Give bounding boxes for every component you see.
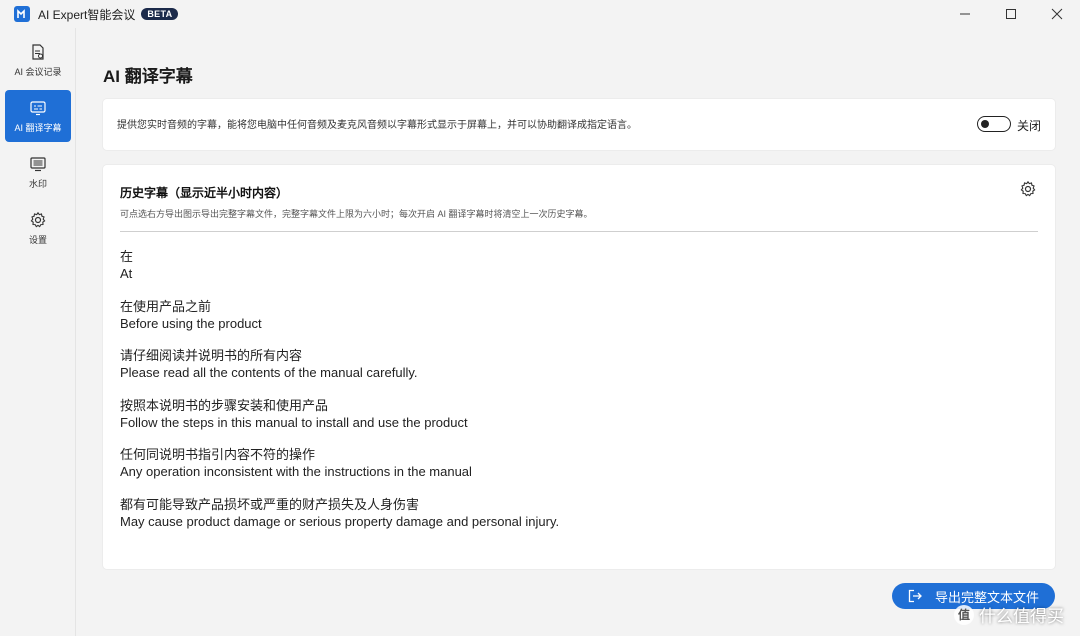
watermark-icon: [30, 156, 46, 171]
watermark-text: 什么值得买: [979, 607, 1064, 626]
subtitle-translated-text: Before using the product: [120, 315, 262, 331]
subtitle-translated-text: Any operation inconsistent with the inst…: [120, 464, 472, 479]
history-card: 历史字幕（显示近半小时内容） 可点选右方导出图示导出完整字幕文件，完整字幕文件上…: [103, 165, 1055, 569]
subtitle-source-text: 都有可能导致产品损坏或严重的财产损失及人身伤害: [120, 496, 420, 512]
history-title: 历史字幕（显示近半小时内容）: [120, 186, 289, 200]
page-title: AI 翻译字幕: [103, 67, 193, 86]
title-bar: AI Expert智能会议 BETA: [0, 0, 1080, 28]
subtitle-entry: 在使用产品之前 Before using the product: [120, 299, 1020, 349]
subtitle-source-text: 在: [120, 249, 134, 264]
sidebar: AI 会议记录 AI 翻译字幕 水印 设置: [0, 28, 76, 636]
meeting-notes-icon: [32, 43, 44, 60]
close-icon: [1051, 8, 1063, 20]
translate-subtitle-icon: [30, 100, 46, 115]
sidebar-item-label: 设置: [28, 234, 47, 245]
maximize-button[interactable]: [988, 0, 1034, 28]
feature-card: 提供您实时音频的字幕，能将您电脑中任何音频及麦克风音频以字幕形式显示于屏幕上，并…: [103, 99, 1055, 150]
history-settings-icon[interactable]: [1019, 180, 1037, 198]
export-icon: [908, 589, 922, 603]
maximize-icon: [1006, 9, 1016, 19]
sidebar-item-label: AI 翻译字幕: [14, 122, 62, 133]
app-title: AI Expert智能会议: [38, 7, 136, 22]
subtitle-source-text: 在使用产品之前: [120, 298, 212, 314]
app-logo-icon: [14, 6, 30, 22]
subtitle-history-list: 在 At 在使用产品之前 Before using the product 请仔…: [120, 249, 1020, 546]
window-controls: [942, 0, 1080, 28]
toggle-state-label: 关闭: [1017, 119, 1042, 133]
subtitle-toggle[interactable]: [977, 116, 1011, 132]
subtitle-entry: 在 At: [120, 249, 1020, 299]
subtitle-translated-text: Follow the steps in this manual to insta…: [120, 414, 468, 430]
sidebar-item-settings[interactable]: 设置: [5, 202, 71, 254]
watermark-logo-icon: 值: [954, 604, 974, 625]
subtitle-source-text: 按照本说明书的步骤安装和使用产品: [120, 397, 329, 413]
close-button[interactable]: [1034, 0, 1080, 28]
subtitle-entry: 请仔细阅读并说明书的所有内容 Please read all the conte…: [120, 348, 1020, 398]
sidebar-item-translate-subtitle[interactable]: AI 翻译字幕: [5, 90, 71, 142]
beta-badge: BETA: [141, 8, 179, 20]
main-content: AI 翻译字幕 提供您实时音频的字幕，能将您电脑中任何音频及麦克风音频以字幕形式…: [77, 28, 1080, 636]
subtitle-entry: 按照本说明书的步骤安装和使用产品 Follow the steps in thi…: [120, 398, 1020, 448]
sidebar-item-meeting-notes[interactable]: AI 会议记录: [5, 34, 71, 86]
sidebar-item-watermark[interactable]: 水印: [5, 146, 71, 198]
minimize-icon: [960, 13, 970, 15]
subtitle-entry: 都有可能导致产品损坏或严重的财产损失及人身伤害 May cause produc…: [120, 497, 1020, 547]
subtitle-source-text: 请仔细阅读并说明书的所有内容: [120, 348, 303, 363]
subtitle-source-text: 任何同说明书指引内容不符的操作: [120, 447, 316, 462]
history-subtitle: 可点选右方导出图示导出完整字幕文件，完整字幕文件上限为六小时；每次开启 AI 翻…: [120, 209, 593, 219]
sidebar-item-label: 水印: [28, 178, 47, 189]
subtitle-translated-text: May cause product damage or serious prop…: [120, 513, 560, 529]
site-watermark: 值 什么值得买: [954, 602, 1064, 627]
sidebar-item-label: AI 会议记录: [14, 66, 62, 77]
toggle-knob: [981, 119, 989, 128]
subtitle-translated-text: At: [120, 266, 133, 281]
gear-icon: [30, 211, 46, 227]
minimize-button[interactable]: [942, 0, 988, 28]
divider: [120, 231, 1038, 232]
subtitle-translated-text: Please read all the contents of the manu…: [120, 365, 418, 380]
subtitle-entry: 任何同说明书指引内容不符的操作 Any operation inconsiste…: [120, 447, 1020, 497]
feature-description: 提供您实时音频的字幕，能将您电脑中任何音频及麦克风音频以字幕形式显示于屏幕上，并…: [117, 120, 637, 131]
